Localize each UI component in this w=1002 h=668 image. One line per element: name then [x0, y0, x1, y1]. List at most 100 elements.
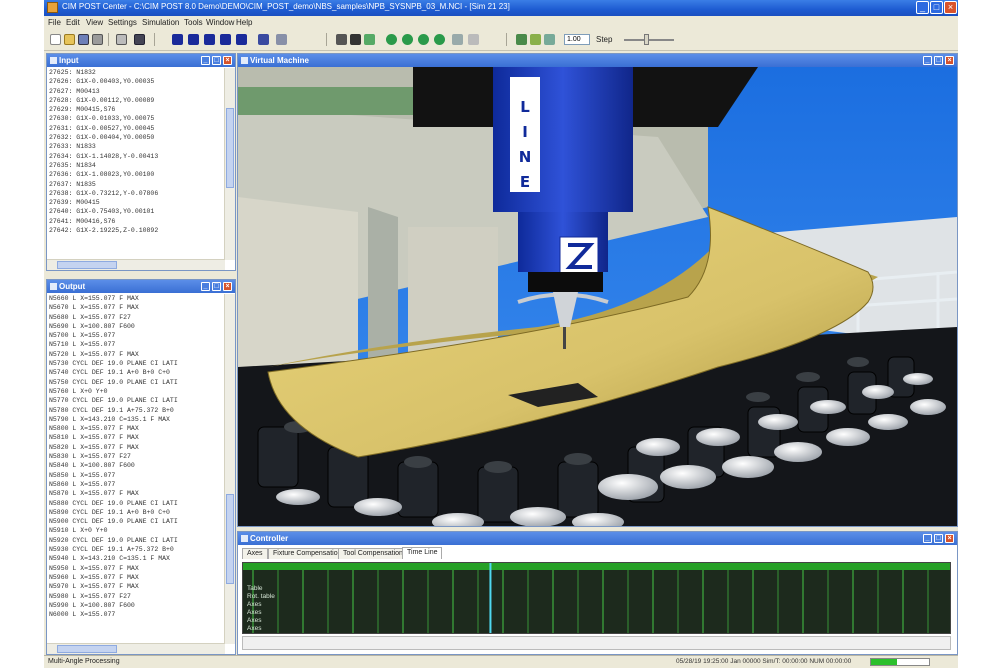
output-code-line[interactable]: N5730 CYCL DEF 19.0 PLANE CI LATI [49, 360, 224, 369]
tab-fixture-compensation[interactable]: Fixture Compensation [268, 548, 347, 559]
step-slider-thumb[interactable] [644, 34, 649, 45]
output-code-line[interactable]: N5690 L X=100.807 F600 [49, 323, 224, 332]
arrow-icon[interactable] [452, 34, 463, 45]
panel-maximize-button[interactable]: □ [934, 56, 943, 65]
output-vertical-scrollbar[interactable] [224, 294, 235, 644]
new-icon[interactable] [50, 34, 61, 45]
play-icon[interactable] [188, 34, 199, 45]
panel-minimize-button[interactable]: _ [923, 534, 932, 543]
tab-time-line[interactable]: Time Line [402, 547, 443, 559]
stop-icon[interactable] [258, 34, 269, 45]
output-code-line[interactable]: N5720 L X=155.077 F MAX [49, 351, 224, 360]
output-code-line[interactable]: N5840 L X=100.807 F600 [49, 462, 224, 471]
output-code-line[interactable]: N5910 L X+0 Y+0 [49, 527, 224, 536]
view-icon[interactable] [276, 34, 287, 45]
green-arrow-icon[interactable] [434, 34, 445, 45]
pause-icon[interactable] [220, 34, 231, 45]
input-code-line[interactable]: 27634: G1X-1.14028,Y-0.00413 [49, 153, 224, 162]
menu-settings[interactable]: Settings [108, 18, 137, 27]
output-code-line[interactable]: N5660 L X=155.077 F MAX [49, 295, 224, 304]
output-code-line[interactable]: N5670 L X=155.077 F MAX [49, 304, 224, 313]
input-code-line[interactable]: 27626: G1X-0.00403,Y0.00035 [49, 78, 224, 87]
output-code-line[interactable]: N5750 CYCL DEF 19.0 PLANE CI LATI [49, 379, 224, 388]
input-code-line[interactable]: 27642: G1X-2.19225,Z-0.10892 [49, 227, 224, 236]
input-code-line[interactable]: 27631: G1X-0.00527,Y0.00045 [49, 125, 224, 134]
input-code-line[interactable]: 27640: G1X-0.75403,Y0.00101 [49, 208, 224, 217]
output-code-line[interactable]: N5780 CYCL DEF 19.1 A+75.372 B+0 [49, 407, 224, 416]
output-code-line[interactable]: N5950 L X=155.077 F MAX [49, 565, 224, 574]
check-icon[interactable] [530, 34, 541, 45]
output-code-line[interactable]: N5930 CYCL DEF 19.1 A+75.372 B+0 [49, 546, 224, 555]
rewind-icon[interactable] [172, 34, 183, 45]
output-code-line[interactable]: N5700 L X=155.077 [49, 332, 224, 341]
close-button[interactable]: × [944, 1, 957, 14]
panel-minimize-button[interactable]: _ [201, 282, 210, 291]
output-code-line[interactable]: N5790 L X=143.210 C=135.1 F MAX [49, 416, 224, 425]
copy-icon[interactable] [134, 34, 145, 45]
fast-forward-icon[interactable] [236, 34, 247, 45]
output-code-line[interactable]: N5990 L X=100.807 F600 [49, 602, 224, 611]
input-code-line[interactable]: 27632: G1X-0.00404,Y0.00050 [49, 134, 224, 143]
settings-icon[interactable] [544, 34, 555, 45]
input-code-line[interactable]: 27627: M00413 [49, 88, 224, 97]
input-code-line[interactable]: 27628: G1X-0.00112,Y0.00089 [49, 97, 224, 106]
input-code-line[interactable]: 27633: N1833 [49, 143, 224, 152]
output-code-line[interactable]: N5880 CYCL DEF 19.0 PLANE CI LATI [49, 500, 224, 509]
input-code-line[interactable]: 27629: M00415,S76 [49, 106, 224, 115]
tool-icon[interactable] [350, 34, 361, 45]
output-code-line[interactable]: N5710 L X=155.077 [49, 341, 224, 350]
panel-close-button[interactable]: × [223, 56, 232, 65]
panel-close-button[interactable]: × [945, 534, 954, 543]
output-horizontal-scrollbar[interactable] [47, 643, 225, 654]
menu-tools[interactable]: Tools [184, 18, 203, 27]
save-icon[interactable] [78, 34, 89, 45]
output-code-line[interactable]: N5970 L X=155.077 F MAX [49, 583, 224, 592]
green-arrow-icon[interactable] [402, 34, 413, 45]
open-icon[interactable] [64, 34, 75, 45]
output-code-line[interactable]: N5680 L X=155.077 F27 [49, 314, 224, 323]
timeline-view[interactable]: Table Rot. table Axes Axes Axes Axes [242, 562, 951, 634]
input-code-line[interactable]: 27639: M00415 [49, 199, 224, 208]
input-vertical-scrollbar[interactable] [224, 68, 235, 260]
output-code-line[interactable]: N5860 L X=155.077 [49, 481, 224, 490]
step-icon[interactable] [204, 34, 215, 45]
step-slider-track[interactable] [624, 39, 674, 41]
machine-icon[interactable] [336, 34, 347, 45]
menu-edit[interactable]: Edit [66, 18, 80, 27]
green-arrow-icon[interactable] [418, 34, 429, 45]
menu-view[interactable]: View [86, 18, 103, 27]
panel-close-button[interactable]: × [945, 56, 954, 65]
output-code-line[interactable]: N5980 L X=155.077 F27 [49, 593, 224, 602]
minimize-button[interactable]: _ [916, 1, 929, 14]
arrow-icon[interactable] [468, 34, 479, 45]
timeline-scrollbar[interactable] [242, 636, 951, 650]
panel-close-button[interactable]: × [223, 282, 232, 291]
input-code-line[interactable]: 27638: G1X-0.73212,Y-0.07806 [49, 190, 224, 199]
menu-help[interactable]: Help [236, 18, 252, 27]
menu-window[interactable]: Window [206, 18, 234, 27]
panel-maximize-button[interactable]: □ [212, 282, 221, 291]
output-code-line[interactable]: N5830 L X=155.077 F27 [49, 453, 224, 462]
menu-simulation[interactable]: Simulation [142, 18, 179, 27]
output-code-line[interactable]: N5850 L X=155.077 [49, 472, 224, 481]
output-code-line[interactable]: N5810 L X=155.077 F MAX [49, 434, 224, 443]
output-code-line[interactable]: N5740 CYCL DEF 19.1 A+0 B+0 C+0 [49, 369, 224, 378]
green-arrow-icon[interactable] [364, 34, 375, 45]
green-arrow-icon[interactable] [386, 34, 397, 45]
tab-tool-compensation[interactable]: Tool Compensation [338, 548, 408, 559]
output-code-line[interactable]: N5800 L X=155.077 F MAX [49, 425, 224, 434]
step-value-input[interactable] [564, 34, 590, 45]
output-code-line[interactable]: N5940 L X=143.210 C=135.1 F MAX [49, 555, 224, 564]
output-code-line[interactable]: N6000 L X=155.077 [49, 611, 224, 620]
output-code-line[interactable]: N5760 L X+0 Y+0 [49, 388, 224, 397]
input-code-line[interactable]: 27641: M00416,S76 [49, 218, 224, 227]
output-code-line[interactable]: N5770 CYCL DEF 19.0 PLANE CI LATI [49, 397, 224, 406]
input-code-line[interactable]: 27635: N1834 [49, 162, 224, 171]
menu-file[interactable]: File [48, 18, 61, 27]
check-icon[interactable] [516, 34, 527, 45]
output-code-line[interactable]: N5900 CYCL DEF 19.0 PLANE CI LATI [49, 518, 224, 527]
input-code-line[interactable]: 27625: N1832 [49, 69, 224, 78]
output-code-line[interactable]: N5920 CYCL DEF 19.0 PLANE CI LATI [49, 537, 224, 546]
panel-maximize-button[interactable]: □ [934, 534, 943, 543]
output-code-line[interactable]: N5820 L X=155.077 F MAX [49, 444, 224, 453]
